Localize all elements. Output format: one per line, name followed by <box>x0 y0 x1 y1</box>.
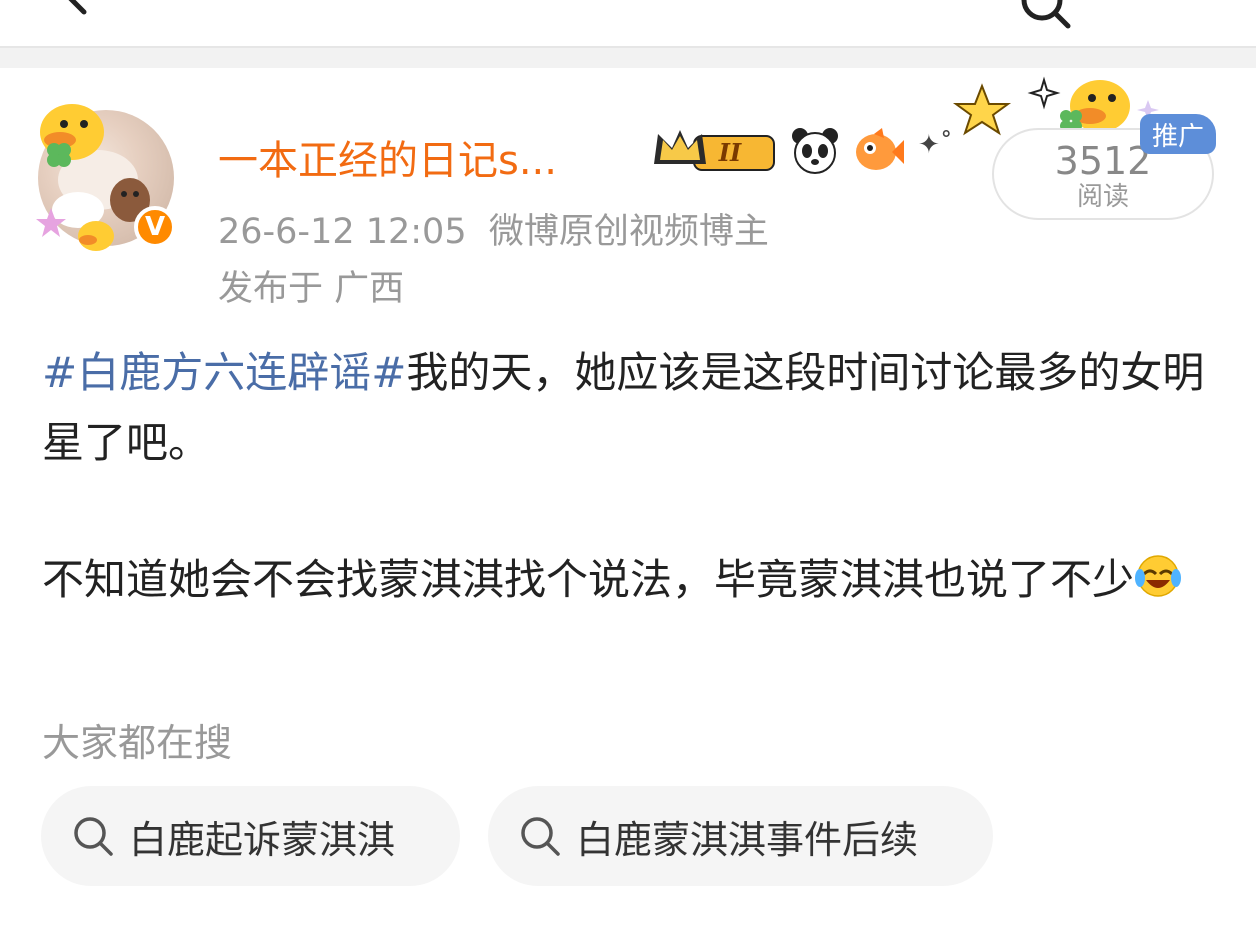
clover-icon <box>47 143 71 167</box>
post-meta: 26-6-12 12:05 微博原创视频博主 <box>218 203 769 254</box>
search-icon <box>74 817 113 856</box>
fish-icon <box>856 128 904 170</box>
post-paragraph-1: #白鹿方六连辟谣#我的天，她应该是这段时间讨论最多的女明星了吧。 <box>42 338 1232 478</box>
post-location: 发布于 广西 <box>218 269 405 309</box>
search-chip[interactable]: 白鹿蒙淇淇事件后续 <box>488 786 993 886</box>
back-arrow-icon[interactable] <box>56 0 96 16</box>
verified-badge-icon: V <box>134 206 176 248</box>
level-text: II <box>718 138 742 167</box>
laughing-crying-emoji-icon <box>1135 555 1182 597</box>
search-chip-label: 白鹿起诉蒙淇淇 <box>129 817 396 862</box>
top-nav-bar <box>0 0 1256 48</box>
search-icon <box>521 817 560 856</box>
hashtag-link[interactable]: #白鹿方六连辟谣# <box>42 348 406 397</box>
section-divider <box>0 48 1256 68</box>
avatar[interactable]: V <box>34 96 180 256</box>
panda-icon <box>792 128 838 174</box>
search-icon[interactable] <box>1018 0 1074 32</box>
crown-badge-icon[interactable]: II <box>650 126 778 178</box>
promo-badge: 推广 <box>1140 114 1216 154</box>
search-chip[interactable]: 白鹿起诉蒙淇淇 <box>41 786 460 886</box>
post-timestamp: 26-6-12 12:05 <box>218 212 467 252</box>
paragraph2-text: 不知道她会不会找蒙淇淇找个说法，毕竟蒙淇淇也说了不少 <box>42 555 1135 604</box>
duck-decoration-icon <box>78 221 114 251</box>
author-tag: 微博原创视频博主 <box>488 212 769 252</box>
read-label: 阅读 <box>1076 182 1129 212</box>
post-paragraph-2: 不知道她会不会找蒙淇淇找个说法，毕竟蒙淇淇也说了不少 <box>42 545 1232 615</box>
trending-search-title: 大家都在搜 <box>42 721 233 765</box>
username[interactable]: 一本正经的日记s... <box>218 128 557 186</box>
star-decoration-icon <box>36 208 66 237</box>
search-chip-label: 白鹿蒙淇淇事件后续 <box>576 817 919 862</box>
